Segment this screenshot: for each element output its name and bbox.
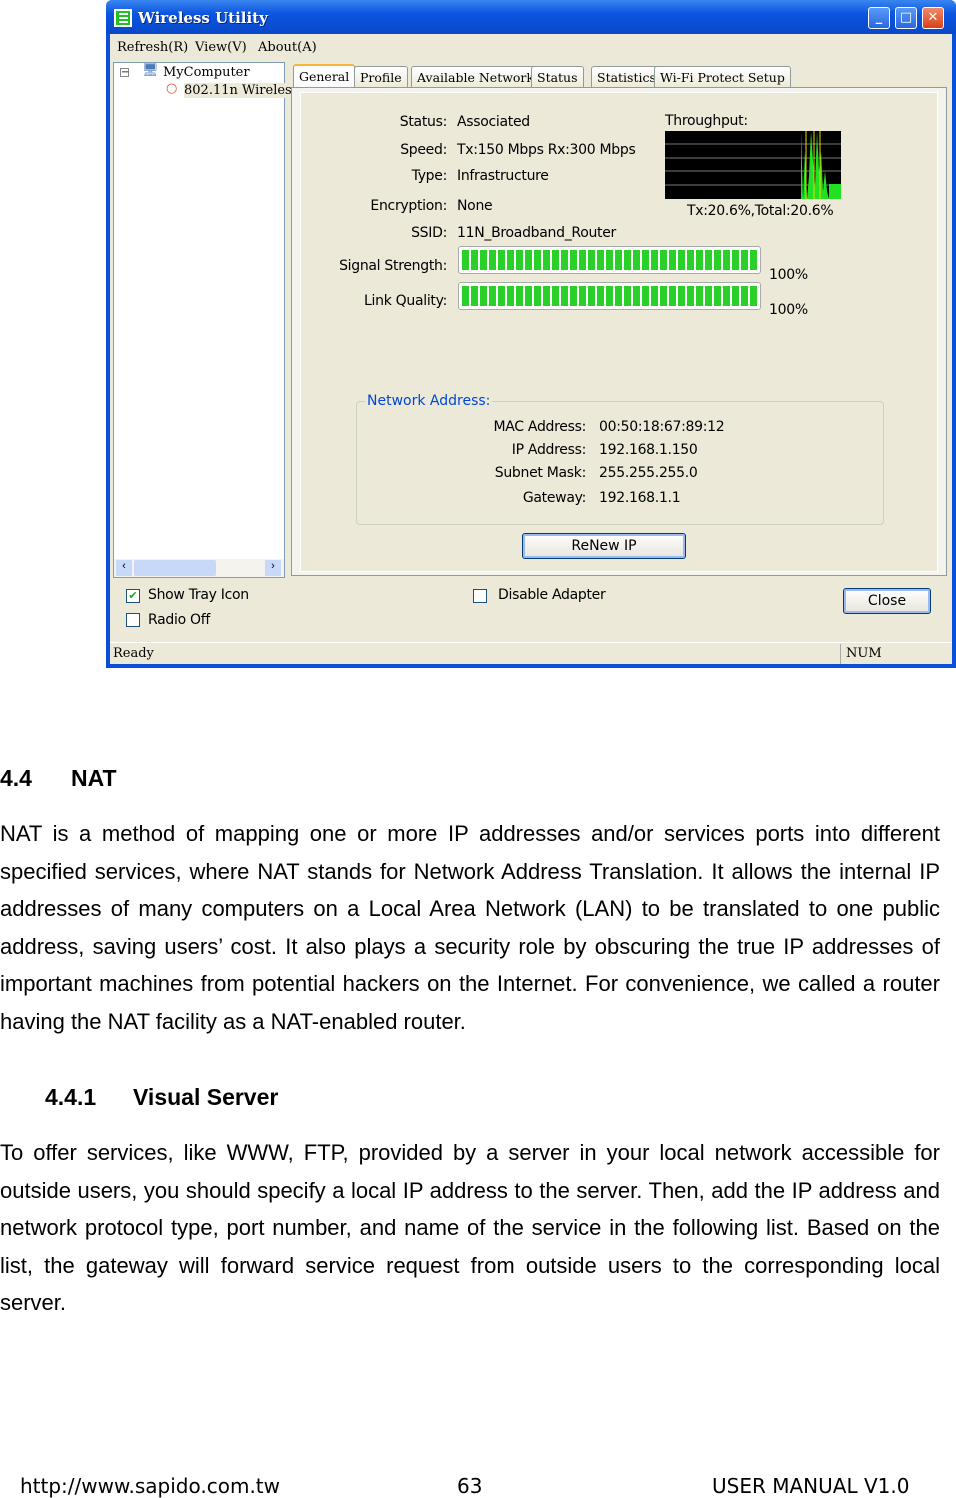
tree-root[interactable]: MyComputer xyxy=(163,65,250,80)
mask-label: Subnet Mask: xyxy=(494,465,587,481)
signal-value: 100% xyxy=(769,267,808,283)
section-paragraph: NAT is a method of mapping one or more I… xyxy=(0,821,940,1034)
num-indicator: NUM xyxy=(840,644,887,664)
footer-url: http://www.sapido.com.tw xyxy=(20,1474,280,1498)
status-value: Associated xyxy=(457,114,530,130)
link-quality-bar xyxy=(458,282,761,310)
footer-page-number: 63 xyxy=(457,1474,483,1498)
client-area: Refresh(R) View(V) About(A) − 🖥 MyComput… xyxy=(110,34,952,664)
general-content: Status: Associated Speed: Tx:150 Mbps Rx… xyxy=(300,92,938,572)
encryption-label: Encryption: xyxy=(370,198,447,214)
encryption-value: None xyxy=(457,198,493,214)
ssid-label: SSID: xyxy=(411,225,447,241)
mac-value: 00:50:18:67:89:12 xyxy=(599,419,725,435)
section-title: NAT xyxy=(71,765,117,791)
show-tray-checkbox[interactable]: ✔ xyxy=(126,589,140,603)
gateway-value: 192.168.1.1 xyxy=(599,490,681,506)
subsection-paragraph: To offer services, like WWW, FTP, provid… xyxy=(0,1140,940,1315)
signal-label: Signal Strength: xyxy=(339,258,447,274)
general-panel: Status: Associated Speed: Tx:150 Mbps Rx… xyxy=(291,87,947,576)
show-tray-label: Show Tray Icon xyxy=(148,587,249,603)
throughput-value: Tx:20.6%,Total:20.6% xyxy=(687,203,834,219)
tab-available-network[interactable]: Available Network xyxy=(411,66,540,88)
link-value: 100% xyxy=(769,302,808,318)
footer-manual: USER MANUAL V1.0 xyxy=(712,1474,910,1498)
radio-off-label: Radio Off xyxy=(148,612,210,628)
window-title: Wireless Utility xyxy=(138,9,268,27)
title-bar: Wireless Utility _ □ ✕ xyxy=(106,0,956,34)
close-button[interactable]: Close xyxy=(843,588,931,614)
scroll-thumb[interactable] xyxy=(134,560,216,576)
device-tree: − 🖥 MyComputer ○ 802.11n Wireles ‹ › xyxy=(113,62,292,578)
radio-off-checkbox[interactable] xyxy=(126,613,140,627)
close-window-button[interactable]: ✕ xyxy=(922,7,944,29)
minimize-button[interactable]: _ xyxy=(868,7,890,29)
horizontal-scrollbar[interactable]: ‹ › xyxy=(114,559,284,577)
scroll-right-icon[interactable]: › xyxy=(265,560,281,576)
ip-label: IP Address: xyxy=(511,442,587,458)
scroll-left-icon[interactable]: ‹ xyxy=(116,560,132,576)
tab-statistics[interactable]: Statistics xyxy=(591,66,662,88)
subsection-number: 4.4.1 xyxy=(45,1084,97,1110)
network-address-legend: Network Address: xyxy=(365,393,493,409)
signal-strength-bar xyxy=(458,246,761,274)
section-number: 4.4 xyxy=(0,765,32,791)
renew-ip-button[interactable]: ReNew IP xyxy=(522,533,686,559)
disable-adapter-checkbox[interactable] xyxy=(473,589,487,603)
type-value: Infrastructure xyxy=(457,168,549,184)
speed-label: Speed: xyxy=(400,142,447,158)
wireless-utility-window: Wireless Utility _ □ ✕ Refresh(R) View(V… xyxy=(106,0,956,668)
link-label: Link Quality: xyxy=(364,293,447,309)
mac-label: MAC Address: xyxy=(493,419,586,435)
tree-adapter[interactable]: 802.11n Wireles xyxy=(184,83,292,98)
menu-refresh[interactable]: Refresh(R) xyxy=(117,40,188,55)
throughput-graph xyxy=(665,131,841,199)
speed-value: Tx:150 Mbps Rx:300 Mbps xyxy=(457,142,636,158)
disable-adapter-label: Disable Adapter xyxy=(498,587,606,603)
throughput-label: Throughput: xyxy=(665,113,748,129)
ssid-value: 11N_Broadband_Router xyxy=(457,225,616,241)
mask-value: 255.255.255.0 xyxy=(599,465,698,481)
maximize-button[interactable]: □ xyxy=(895,7,917,29)
subsection-title: Visual Server xyxy=(133,1084,279,1110)
app-icon xyxy=(114,9,132,27)
collapse-icon[interactable]: − xyxy=(120,68,129,78)
menu-view[interactable]: View(V) xyxy=(195,40,247,55)
network-address-group: Network Address: MAC Address: 00:50:18:6… xyxy=(356,393,884,525)
tab-status[interactable]: Status xyxy=(531,66,584,88)
adapter-icon: ○ xyxy=(166,81,178,96)
tab-wps[interactable]: Wi-Fi Protect Setup xyxy=(654,66,791,88)
status-bar: Ready NUM xyxy=(110,642,952,664)
tab-general[interactable]: General xyxy=(293,64,356,89)
status-text: Ready xyxy=(113,646,154,661)
tab-profile[interactable]: Profile xyxy=(354,66,408,88)
type-label: Type: xyxy=(411,168,448,184)
status-label: Status: xyxy=(399,114,448,130)
gateway-label: Gateway: xyxy=(522,490,586,506)
ip-value: 192.168.1.150 xyxy=(599,442,698,458)
menu-about[interactable]: About(A) xyxy=(258,40,317,55)
computer-icon: 🖥 xyxy=(142,63,159,78)
